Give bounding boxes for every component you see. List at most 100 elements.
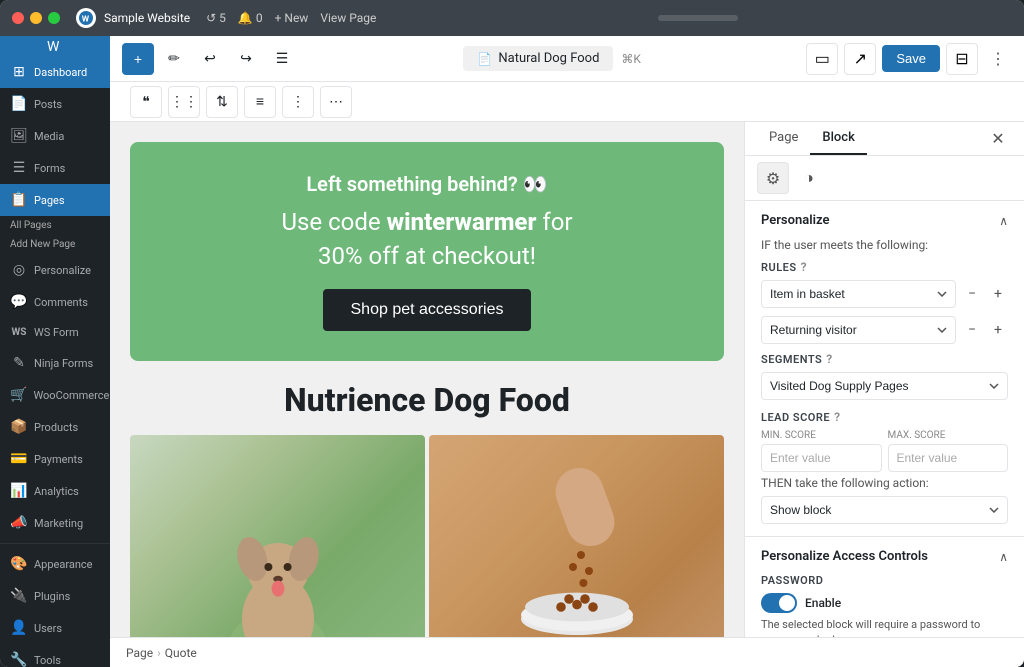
- personalize-toggle-btn[interactable]: ∧: [999, 214, 1008, 228]
- sidebar-item-label: WS Form: [34, 326, 79, 339]
- sidebar-item-marketing[interactable]: 📣 Marketing: [0, 507, 110, 539]
- banner-cta-button[interactable]: Shop pet accessories: [323, 289, 532, 331]
- grid-tool-btn[interactable]: ⋮⋮: [168, 86, 200, 118]
- sidebar-item-pages[interactable]: 📋 Pages: [0, 184, 110, 216]
- shortcut-badge: ⌘K: [621, 52, 641, 66]
- tab-block[interactable]: Block: [810, 122, 866, 155]
- breadcrumb-sep: ›: [157, 646, 161, 660]
- undo-button[interactable]: ↩: [194, 43, 226, 75]
- min-score-input[interactable]: [761, 444, 882, 472]
- ninja-icon: ✎: [10, 355, 28, 371]
- sidebar-item-label: Tools: [34, 654, 61, 667]
- sidebar-item-payments[interactable]: 💳 Payments: [0, 443, 110, 475]
- save-button[interactable]: Save: [882, 45, 940, 72]
- rule-2-select[interactable]: Returning visitor: [761, 316, 956, 344]
- align-left-btn[interactable]: ≡: [244, 86, 276, 118]
- toolbar-right: ▭ ↗ Save ⊟ ⋮: [806, 43, 1012, 75]
- personalize-title: Personalize: [761, 213, 829, 228]
- segments-help-icon[interactable]: ?: [826, 352, 832, 366]
- banner-block[interactable]: Left something behind? 👀 Use code winter…: [130, 142, 724, 361]
- sidebar-item-personalize[interactable]: ◎ Personalize: [0, 254, 110, 286]
- doc-title[interactable]: 📄 Natural Dog Food: [463, 46, 613, 71]
- products-icon: 📦: [10, 419, 28, 435]
- app-window: W Sample Website ↺ 5 🔔 0 + New View Page…: [0, 0, 1024, 667]
- sidebar-item-ninja[interactable]: ✎ Ninja Forms: [0, 347, 110, 379]
- new-page-btn[interactable]: + New: [275, 11, 309, 25]
- quote-tool-btn[interactable]: ❝: [130, 86, 162, 118]
- sidebar-item-label: Products: [34, 421, 78, 434]
- redo-button[interactable]: ↪: [230, 43, 262, 75]
- dog-svg: CARE: [160, 483, 396, 637]
- breadcrumb-page[interactable]: Page: [126, 646, 153, 660]
- minimize-dot[interactable]: [30, 12, 42, 24]
- sidebar: W ⊞ Dashboard 📄 Posts 🖼 Media ☰ Forms 📋 …: [0, 36, 110, 667]
- edit-button[interactable]: ✏: [158, 43, 190, 75]
- desktop-view-btn[interactable]: ▭: [806, 43, 838, 75]
- close-dot[interactable]: [12, 12, 24, 24]
- action-select[interactable]: Show block: [761, 496, 1008, 524]
- sidebar-item-dashboard[interactable]: ⊞ Dashboard: [0, 56, 110, 88]
- canvas-inner: Left something behind? 👀 Use code winter…: [130, 142, 724, 637]
- dashboard-icon: ⊞: [10, 64, 28, 80]
- sidebar-item-label: Dashboard: [34, 66, 87, 79]
- move-tool-btn[interactable]: ⇅: [206, 86, 238, 118]
- titlebar: W Sample Website ↺ 5 🔔 0 + New View Page: [0, 0, 1024, 36]
- sidebar-item-media[interactable]: 🖼 Media: [0, 120, 110, 152]
- sidebar-item-tools[interactable]: 🔧 Tools: [0, 644, 110, 667]
- banner-title: Left something behind? 👀: [170, 172, 684, 196]
- add-new-page-link[interactable]: Add New Page: [0, 235, 110, 254]
- window-controls: [12, 12, 60, 24]
- sidebar-item-label: Payments: [34, 453, 83, 466]
- sidebar-item-posts[interactable]: 📄 Posts: [0, 88, 110, 120]
- settings-panel-btn[interactable]: ⊟: [946, 43, 978, 75]
- canvas: Left something behind? 👀 Use code winter…: [110, 122, 744, 637]
- panel-settings-icon-btn[interactable]: ⚙: [757, 162, 789, 194]
- sidebar-item-label: Forms: [34, 162, 65, 175]
- sidebar-item-label: WooCommerce: [33, 389, 109, 402]
- password-toggle[interactable]: [761, 593, 797, 613]
- sidebar-item-woocommerce[interactable]: 🛒 WooCommerce: [0, 379, 110, 411]
- titlebar-icons: ↺ 5 🔔 0 + New View Page: [206, 11, 376, 25]
- woo-icon: 🛒: [10, 387, 27, 403]
- tab-page[interactable]: Page: [757, 122, 810, 155]
- sidebar-item-users[interactable]: 👤 Users: [0, 612, 110, 644]
- sidebar-item-comments[interactable]: 💬 Comments: [0, 286, 110, 318]
- rule-1-select[interactable]: Item in basket: [761, 280, 956, 308]
- align-center-btn[interactable]: ⋮: [282, 86, 314, 118]
- sidebar-item-analytics[interactable]: 📊 Analytics: [0, 475, 110, 507]
- max-score-input[interactable]: [888, 444, 1009, 472]
- all-pages-link[interactable]: All Pages: [0, 216, 110, 235]
- rules-help-icon[interactable]: ?: [801, 260, 807, 274]
- more-tool-btn[interactable]: ⋯: [320, 86, 352, 118]
- sidebar-item-plugins[interactable]: 🔌 Plugins: [0, 580, 110, 612]
- list-view-button[interactable]: ☰: [266, 43, 298, 75]
- more-options-btn[interactable]: ⋮: [984, 45, 1012, 73]
- panel-tabs: Page Block ✕: [745, 122, 1024, 156]
- sidebar-item-label: Ninja Forms: [34, 357, 93, 370]
- rule-2-plus-btn[interactable]: +: [988, 320, 1008, 340]
- breadcrumb-quote[interactable]: Quote: [165, 646, 197, 660]
- sidebar-logo[interactable]: W: [0, 36, 110, 56]
- password-desc: The selected block will require a passwo…: [761, 617, 1008, 637]
- access-header: Personalize Access Controls ∧: [761, 549, 1008, 564]
- sidebar-item-products[interactable]: 📦 Products: [0, 411, 110, 443]
- rules-label: RULES ?: [761, 260, 1008, 274]
- users-icon: 👤: [10, 620, 28, 636]
- sidebar-item-wsform[interactable]: WS WS Form: [0, 318, 110, 347]
- external-link-btn[interactable]: ↗: [844, 43, 876, 75]
- maximize-dot[interactable]: [48, 12, 60, 24]
- add-block-button[interactable]: +: [122, 43, 154, 75]
- password-toggle-row: Enable: [761, 593, 1008, 613]
- panel-close-btn[interactable]: ✕: [984, 125, 1012, 153]
- lead-score-help-icon[interactable]: ?: [834, 410, 840, 424]
- segments-select[interactable]: Visited Dog Supply Pages: [761, 372, 1008, 400]
- rule-1-plus-btn[interactable]: +: [988, 284, 1008, 304]
- sidebar-item-label: Users: [34, 622, 62, 635]
- sidebar-item-forms[interactable]: ☰ Forms: [0, 152, 110, 184]
- rule-2-minus-btn[interactable]: −: [962, 320, 982, 340]
- access-toggle-btn[interactable]: ∧: [999, 550, 1008, 564]
- panel-style-icon-btn[interactable]: ◑: [793, 162, 825, 194]
- view-page-btn[interactable]: View Page: [320, 11, 376, 25]
- sidebar-item-appearance[interactable]: 🎨 Appearance: [0, 548, 110, 580]
- rule-1-minus-btn[interactable]: −: [962, 284, 982, 304]
